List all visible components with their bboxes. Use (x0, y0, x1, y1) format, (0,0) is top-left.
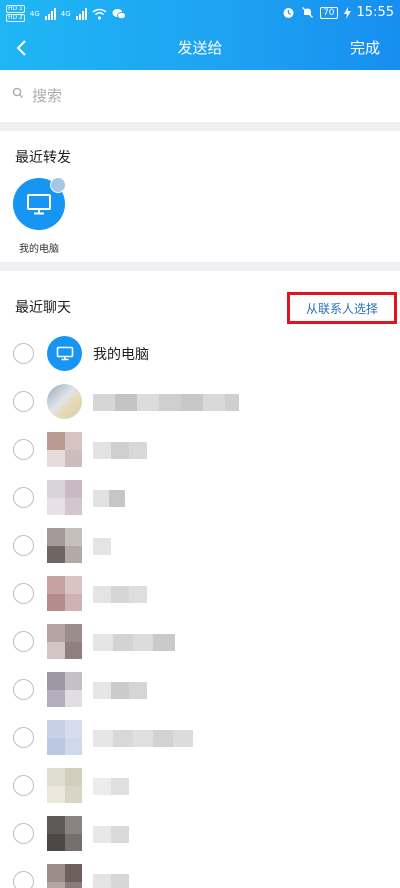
chat-row[interactable] (0, 858, 400, 888)
sim1-label: HD 1 (6, 5, 25, 13)
page-title: 发送给 (177, 39, 223, 57)
clock: 15:55 (356, 5, 394, 20)
network1-label: 4G (29, 9, 40, 18)
redacted-name (93, 586, 147, 603)
chat-row[interactable] (0, 810, 400, 858)
signal1-icon (44, 7, 56, 20)
selection-badge (50, 177, 66, 193)
chat-row[interactable] (0, 714, 400, 762)
redacted-name (93, 538, 111, 555)
avatar (47, 624, 82, 659)
avatar (47, 576, 82, 611)
redacted-name (93, 490, 125, 507)
recent-forward-label: 我的电脑 (19, 244, 59, 255)
mute-bell-icon (302, 7, 314, 18)
wechat-icon (112, 8, 126, 19)
redacted-name (93, 778, 129, 795)
redacted-name (93, 730, 193, 747)
sim-indicators: HD 1 HD 2 (6, 5, 25, 22)
chat-row[interactable] (0, 378, 400, 426)
chat-row[interactable] (0, 570, 400, 618)
chat-row[interactable] (0, 474, 400, 522)
select-radio[interactable] (13, 775, 34, 796)
chat-row[interactable] (0, 762, 400, 810)
battery-indicator: 70 (320, 6, 338, 19)
avatar (47, 768, 82, 803)
select-radio[interactable] (13, 871, 34, 888)
redacted-name (93, 394, 239, 411)
search-input[interactable] (32, 84, 372, 108)
avatar (47, 528, 82, 563)
avatar (47, 336, 82, 371)
wifi-icon (92, 8, 107, 20)
redacted-name (93, 682, 147, 699)
computer-icon (56, 346, 73, 361)
avatar (47, 672, 82, 707)
select-radio[interactable] (13, 727, 34, 748)
avatar (47, 432, 82, 467)
signal2-icon (75, 7, 87, 20)
title-bar: 发送给 完成 (0, 28, 400, 70)
search-icon (12, 87, 23, 98)
app-header: HD 1 HD 2 4G 4G 70 15:55 发送给 完成 (0, 0, 400, 70)
select-from-contacts-link[interactable]: 从联系人选择 (287, 292, 397, 324)
status-right: 70 15:55 (282, 5, 394, 20)
redacted-name (93, 442, 147, 459)
select-radio[interactable] (13, 631, 34, 652)
select-radio[interactable] (13, 583, 34, 604)
select-radio[interactable] (13, 487, 34, 508)
alarm-icon (283, 8, 294, 18)
select-radio[interactable] (13, 679, 34, 700)
recent-forward-item[interactable]: 我的电脑 (13, 177, 66, 255)
redacted-name (93, 634, 175, 651)
chat-name: 我的电脑 (93, 347, 149, 363)
chat-row-my-computer[interactable]: 我的电脑 (0, 330, 400, 378)
redacted-name (93, 826, 129, 843)
search-bar (0, 70, 400, 122)
recent-forward-section: 最近转发 我的电脑 (0, 131, 400, 262)
select-radio[interactable] (13, 391, 34, 412)
avatar (47, 864, 82, 888)
select-radio[interactable] (13, 343, 34, 364)
network2-label: 4G (60, 9, 71, 18)
recent-forward-title: 最近转发 (15, 150, 71, 166)
recent-chat-title: 最近聊天 (15, 300, 71, 316)
avatar (47, 816, 82, 851)
avatar (13, 177, 66, 230)
done-button[interactable]: 完成 (350, 37, 380, 58)
status-bar: HD 1 HD 2 4G 4G 70 15:55 (0, 0, 400, 28)
avatar (47, 720, 82, 755)
chat-row[interactable] (0, 426, 400, 474)
charging-icon (343, 6, 351, 19)
chat-row[interactable] (0, 666, 400, 714)
computer-icon (27, 194, 51, 215)
status-left: HD 1 HD 2 4G 4G (6, 5, 126, 22)
chat-row[interactable] (0, 618, 400, 666)
redacted-name (93, 874, 129, 888)
select-radio[interactable] (13, 439, 34, 460)
avatar (47, 384, 82, 419)
select-radio[interactable] (13, 535, 34, 556)
recent-chat-section: 最近聊天 从联系人选择 我的电脑 (0, 271, 400, 888)
chat-row[interactable] (0, 522, 400, 570)
select-radio[interactable] (13, 823, 34, 844)
avatar (47, 480, 82, 515)
sim2-label: HD 2 (6, 14, 25, 22)
